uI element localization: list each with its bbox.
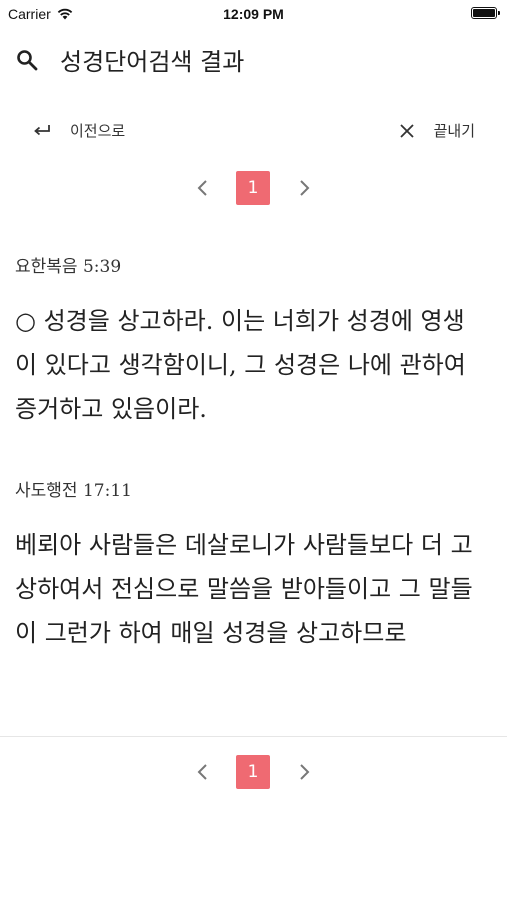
pagination-top: 1 [0, 170, 507, 206]
search-icon[interactable] [15, 48, 39, 72]
verse-reference: 사도행전 17:11 [15, 481, 132, 501]
battery-icon [471, 7, 500, 19]
back-label: 이전으로 [70, 122, 126, 140]
return-arrow-icon [34, 124, 50, 135]
chevron-right-icon[interactable] [294, 176, 314, 200]
search-header: 성경단어검색 결과 [0, 36, 507, 80]
chevron-right-icon[interactable] [294, 760, 314, 784]
back-button[interactable]: 이전으로 [32, 120, 125, 141]
page-number-current[interactable]: 1 [236, 755, 270, 789]
status-time: 12:09 PM [223, 6, 284, 22]
chevron-left-icon[interactable] [193, 176, 213, 200]
close-button[interactable]: 끝내기 [399, 120, 475, 141]
nav-row: 이전으로 끝내기 [0, 112, 507, 152]
close-label: 끝내기 [433, 122, 475, 140]
chevron-left-icon[interactable] [193, 760, 213, 784]
status-bar: Carrier 12:09 PM [0, 0, 507, 28]
verse-reference: 요한복음 5:39 [15, 257, 122, 277]
pagination-bottom: 1 [0, 754, 507, 790]
verse-text: 베뢰아 사람들은 데살로니가 사람들보다 더 고상하여서 전심으로 말씀을 받아… [15, 531, 473, 647]
page-number-current[interactable]: 1 [236, 171, 270, 205]
close-icon [399, 123, 414, 138]
divider [0, 736, 507, 737]
page-title: 성경단어검색 결과 [60, 48, 245, 76]
verse-text: ○ 성경을 상고하라. 이는 너희가 성경에 영생이 있다고 생각함이니, 그 … [15, 307, 466, 423]
